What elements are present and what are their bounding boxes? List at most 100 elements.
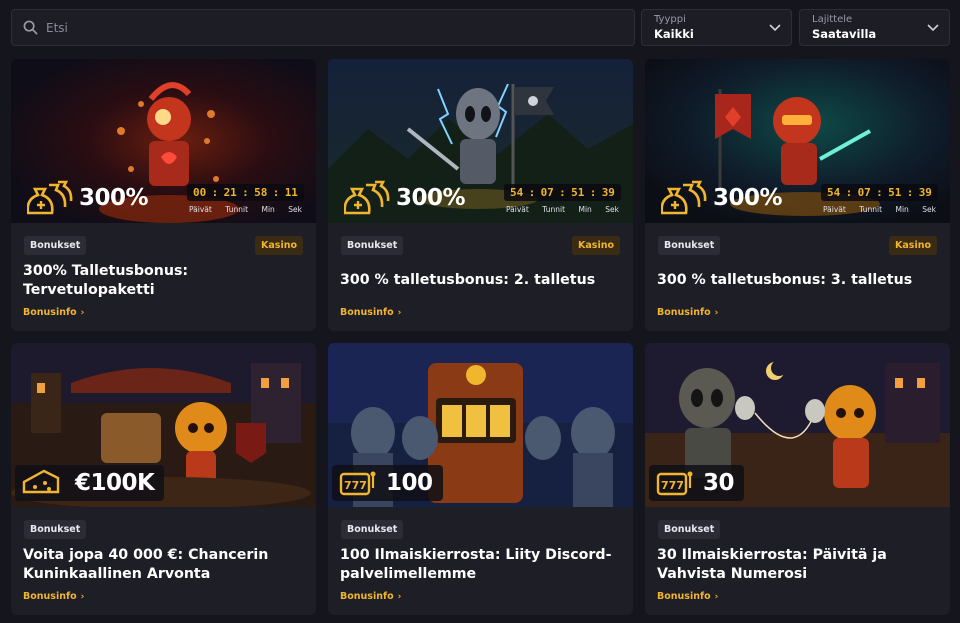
countdown-timer: 54: 07: 51: 39 Päivät Tunnit Min Sek [821, 184, 938, 214]
card-image: 777 30 [645, 343, 950, 507]
timer-unit-seconds: Sek [288, 205, 302, 214]
chevron-right-icon: › [80, 308, 85, 318]
timer-days: 54 [827, 186, 841, 199]
countdown-timer: 54: 07: 51: 39 Päivät Tunnit Min Sek [504, 184, 621, 214]
tag-bonukset: Bonukset [24, 520, 87, 539]
bonus-badge: 300% [661, 179, 783, 217]
chevron-right-icon: › [397, 592, 402, 602]
bonus-info-label: Bonusinfo [340, 591, 394, 602]
card-image: 300% 54: 07: 51: 39 Päivät Tunnit Min Se… [645, 59, 950, 223]
sort-label: Lajittele [812, 14, 853, 25]
timer-unit-seconds: Sek [605, 205, 619, 214]
bonus-info-label: Bonusinfo [340, 307, 394, 318]
card-title: 100 Ilmaiskierrosta: Liity Discord-palve… [340, 547, 612, 582]
chevron-right-icon: › [714, 592, 719, 602]
bonus-info-link[interactable]: Bonusinfo › [340, 307, 401, 318]
bonus-badge: 300% [344, 179, 466, 217]
bonus-card[interactable]: 300% 00: 21: 58: 11 Päivät Tunnit Min Se… [11, 59, 316, 331]
search-icon [23, 20, 38, 35]
slot-machine-icon: 777 [339, 471, 376, 496]
money-bags-icon [27, 180, 73, 215]
bonus-info-label: Bonusinfo [23, 591, 77, 602]
timer-unit-days: Päivät [823, 205, 846, 214]
tag-bonukset: Bonukset [341, 520, 404, 539]
timer-hours: 07 [540, 186, 554, 199]
timer-unit-days: Päivät [189, 205, 212, 214]
tag-bonukset: Bonukset [658, 520, 721, 539]
card-image: €100K [11, 343, 316, 507]
ticket-icon [22, 469, 60, 494]
chevron-right-icon: › [714, 308, 719, 318]
timer-unit-minutes: Min [261, 205, 275, 214]
bonus-info-label: Bonusinfo [23, 307, 77, 318]
bonus-info-label: Bonusinfo [657, 591, 711, 602]
svg-text:777: 777 [344, 479, 367, 492]
chevron-right-icon: › [80, 592, 85, 602]
card-title: 30 Ilmaiskierrosta: Päivitä ja Vahvista … [657, 547, 887, 582]
type-filter-label: Tyyppi [654, 14, 686, 25]
bonus-info-link[interactable]: Bonusinfo › [657, 307, 718, 318]
bonus-info-link[interactable]: Bonusinfo › [23, 591, 84, 602]
countdown-timer: 00: 21: 58: 11 Päivät Tunnit Min Sek [187, 184, 304, 214]
card-image: 777 100 [328, 343, 633, 507]
timer-unit-hours: Tunnit [542, 205, 566, 214]
timer-unit-minutes: Min [578, 205, 592, 214]
bonus-badge: €100K [15, 465, 165, 501]
type-filter-select[interactable]: Tyyppi Kaikki [641, 9, 792, 46]
bonus-card[interactable]: 300% 54: 07: 51: 39 Päivät Tunnit Min Se… [328, 59, 633, 331]
free-spins-count: 30 [703, 470, 735, 496]
tag-bonukset: Bonukset [341, 236, 404, 255]
timer-unit-minutes: Min [895, 205, 909, 214]
bonus-card[interactable]: 777 30 Bonukset 30 Ilmaiskierrosta: Päiv… [645, 343, 950, 615]
card-title: Voita jopa 40 000 €: Chancerin Kuninkaal… [23, 547, 269, 582]
svg-text:777: 777 [661, 479, 684, 492]
sort-value: Saatavilla [812, 27, 877, 41]
timer-seconds: 39 [601, 186, 615, 199]
free-spins-count: 100 [386, 470, 433, 496]
timer-unit-seconds: Sek [922, 205, 936, 214]
search-input[interactable] [46, 20, 606, 35]
money-bags-icon [344, 180, 390, 215]
tag-kasino: Kasino [889, 236, 937, 255]
bonus-badge: 777 100 [332, 465, 443, 501]
card-title: 300% Talletusbonus: Tervetulopaketti [23, 263, 189, 298]
timer-days: 00 [193, 186, 207, 199]
timer-hours: 21 [223, 186, 237, 199]
bonus-percentage: 300% [713, 185, 783, 211]
bonus-percentage: 300% [79, 185, 149, 211]
card-image: 300% 00: 21: 58: 11 Päivät Tunnit Min Se… [11, 59, 316, 223]
card-image: 300% 54: 07: 51: 39 Päivät Tunnit Min Se… [328, 59, 633, 223]
money-bags-icon [661, 180, 707, 215]
timer-seconds: 11 [284, 186, 298, 199]
bonus-badge: 777 30 [649, 465, 745, 501]
bonus-amount: €100K [75, 470, 155, 496]
timer-unit-hours: Tunnit [859, 205, 883, 214]
timer-unit-days: Päivät [506, 205, 529, 214]
bonus-card[interactable]: 777 100 Bonukset 100 Ilmaiskierrosta: Li… [328, 343, 633, 615]
chevron-down-icon [769, 24, 781, 32]
bonus-card[interactable]: 300% 54: 07: 51: 39 Päivät Tunnit Min Se… [645, 59, 950, 331]
timer-days: 54 [510, 186, 524, 199]
tag-bonukset: Bonukset [658, 236, 721, 255]
tag-kasino: Kasino [255, 236, 303, 255]
timer-minutes: 51 [888, 186, 902, 199]
tag-kasino: Kasino [572, 236, 620, 255]
bonus-info-link[interactable]: Bonusinfo › [657, 591, 718, 602]
bonus-info-link[interactable]: Bonusinfo › [23, 307, 84, 318]
timer-hours: 07 [857, 186, 871, 199]
card-title: 300 % talletusbonus: 3. talletus [657, 272, 913, 288]
slot-machine-icon: 777 [656, 471, 693, 496]
bonus-info-link[interactable]: Bonusinfo › [340, 591, 401, 602]
tag-bonukset: Bonukset [24, 236, 87, 255]
card-title: 300 % talletusbonus: 2. talletus [340, 272, 596, 288]
search-bar[interactable] [11, 9, 635, 46]
bonus-card[interactable]: €100K Bonukset Voita jopa 40 000 €: Chan… [11, 343, 316, 615]
chevron-down-icon [927, 24, 939, 32]
bonus-badge: 300% [27, 179, 149, 217]
timer-minutes: 51 [571, 186, 585, 199]
timer-unit-hours: Tunnit [225, 205, 249, 214]
sort-select[interactable]: Lajittele Saatavilla [799, 9, 950, 46]
chevron-right-icon: › [397, 308, 402, 318]
timer-seconds: 39 [918, 186, 932, 199]
timer-minutes: 58 [254, 186, 268, 199]
